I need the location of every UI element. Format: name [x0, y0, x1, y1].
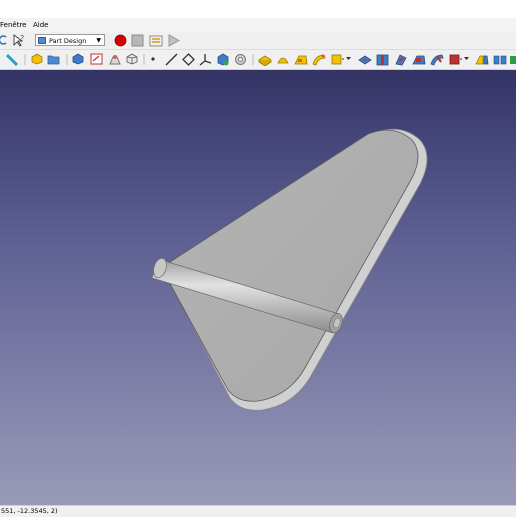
- subtractive-pipe-icon[interactable]: [430, 53, 444, 66]
- linear-pattern-icon[interactable]: [493, 53, 507, 66]
- cursor-coordinates: 551, -12.3545, 2): [1, 507, 58, 515]
- body-icon[interactable]: [72, 53, 84, 65]
- toolbar-separator: [66, 54, 68, 65]
- part-icon[interactable]: [31, 53, 43, 65]
- chevron-down-icon: ▼: [96, 37, 101, 44]
- pad-icon[interactable]: [258, 53, 272, 66]
- workbench-label: Part Design: [49, 37, 87, 45]
- local-coordinate-system-icon[interactable]: [199, 53, 212, 66]
- menu-item-help[interactable]: Aide: [33, 21, 48, 29]
- datum-plane-icon[interactable]: [182, 53, 195, 66]
- mirrored-icon[interactable]: [475, 53, 489, 66]
- dropdown-arrow-icon[interactable]: [346, 57, 351, 61]
- attach-sketch-icon[interactable]: [108, 53, 122, 66]
- window-titlebar-strip: [0, 0, 516, 18]
- additive-pipe-icon[interactable]: [312, 53, 326, 66]
- stop-macro-icon[interactable]: [131, 34, 144, 47]
- subtractive-loft-icon[interactable]: [412, 53, 426, 66]
- toolbar-separator: [143, 54, 145, 65]
- clone-icon[interactable]: [234, 53, 247, 66]
- revolution-icon[interactable]: [276, 53, 290, 66]
- datum-point-icon[interactable]: [150, 56, 156, 62]
- toolbar-row-1: ? Part Design ▼: [0, 32, 516, 50]
- measure-icon[interactable]: [6, 53, 18, 66]
- toolbar-separator: [252, 54, 254, 65]
- polar-pattern-icon[interactable]: [510, 53, 516, 66]
- 3d-viewport[interactable]: [0, 70, 516, 505]
- whats-this-icon[interactable]: ?: [12, 34, 26, 47]
- workbench-selector[interactable]: Part Design ▼: [35, 34, 105, 46]
- part-design-icon: [38, 37, 46, 44]
- group-icon[interactable]: [47, 53, 60, 65]
- record-macro-icon[interactable]: [114, 34, 127, 47]
- shape-binder-icon[interactable]: [216, 53, 229, 66]
- toolbar-row-2: [0, 50, 516, 70]
- status-bar: 551, -12.3545, 2): [0, 505, 516, 517]
- execute-macro-icon[interactable]: [167, 34, 180, 47]
- fin-model[interactable]: [0, 70, 516, 505]
- menu-item-window[interactable]: Fenêtre: [0, 21, 26, 29]
- subtractive-primitive-icon[interactable]: [448, 53, 462, 66]
- refresh-icon[interactable]: [0, 34, 8, 46]
- macros-icon[interactable]: [149, 34, 163, 47]
- groove-icon[interactable]: [394, 53, 408, 66]
- additive-loft-icon[interactable]: [294, 53, 308, 66]
- fin-face: [167, 129, 419, 402]
- svg-text:?: ?: [20, 34, 24, 43]
- menu-bar: Fenêtre Aide: [0, 18, 516, 32]
- validate-sketch-icon[interactable]: [126, 53, 139, 65]
- toolbar-separator: [24, 54, 26, 65]
- dropdown-arrow-icon[interactable]: [464, 57, 469, 61]
- datum-line-icon[interactable]: [165, 53, 178, 66]
- create-sketch-icon[interactable]: [90, 53, 103, 65]
- additive-primitive-icon[interactable]: [330, 53, 344, 66]
- pocket-icon[interactable]: [358, 53, 372, 66]
- hole-icon[interactable]: [376, 53, 390, 66]
